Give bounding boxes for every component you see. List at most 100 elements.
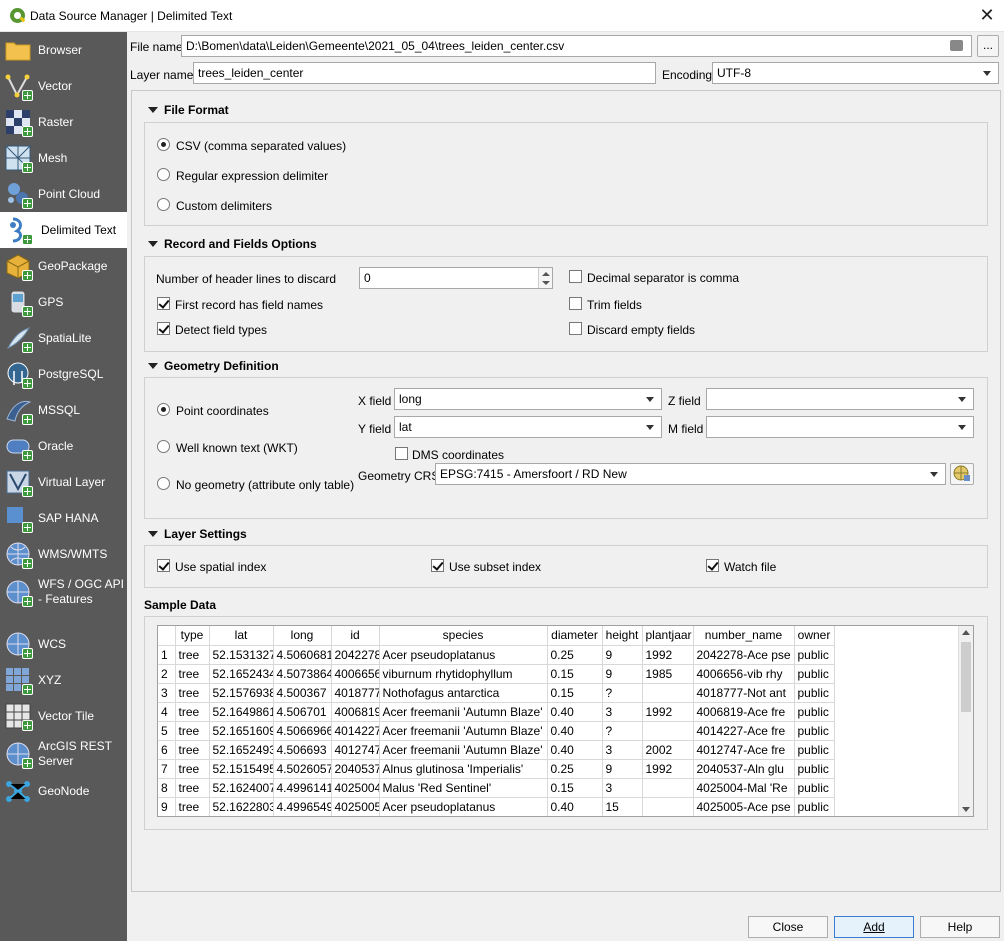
column-header-type[interactable]: type [175,626,210,646]
column-header-owner[interactable]: owner [794,626,835,646]
scroll-down-icon[interactable] [962,807,970,812]
row-number[interactable]: 7 [158,759,176,779]
sidebar-item-raster[interactable]: Raster [0,104,127,140]
radio-custom[interactable] [157,198,170,211]
radio-regex[interactable] [157,168,170,181]
decimal-comma-checkbox[interactable] [569,270,582,283]
table-row[interactable]: 6 tree 52.1652493 4.506693 4012747 Acer freem… [158,740,835,760]
crs-select[interactable]: EPSG:7415 - Amersfoort / RD New [435,463,946,485]
sidebar-item-geopackage[interactable]: GeoPackage [0,248,127,284]
add-button[interactable]: Add [834,916,914,938]
sidebar-item-gps[interactable]: GPS [0,284,127,320]
sidebar-item-vector-tile[interactable]: Vector Tile [0,698,127,734]
crs-selector-button[interactable] [950,463,974,485]
sidebar-item-xyz[interactable]: XYZ [0,662,127,698]
x-field-select[interactable]: long [394,388,662,410]
column-header-long[interactable]: long [273,626,332,646]
table-row[interactable]: 5 tree 52.1651609 4.5066966 4014227 Acer free… [158,721,835,741]
column-header-lat[interactable]: lat [209,626,274,646]
z-field-select[interactable] [706,388,974,410]
row-number[interactable]: 2 [158,664,176,684]
table-cell: 1985 [642,664,694,684]
sidebar-item-spatialite[interactable]: SpatiaLite [0,320,127,356]
radio-custom-label: Custom delimiters [176,199,273,213]
row-number[interactable]: 3 [158,683,176,703]
column-header-id[interactable]: id [331,626,380,646]
scroll-up-icon[interactable] [962,630,970,635]
spinner-arrows[interactable] [538,268,552,288]
row-number[interactable]: 5 [158,721,176,741]
table-row[interactable]: 3 tree 52.1576938 4.500367 4018777 Nothofagus… [158,683,835,703]
sidebar-item-virtual-layer[interactable]: Virtual Layer [0,464,127,500]
spin-down-icon[interactable] [542,281,550,285]
arcgis-icon [5,741,33,769]
scroll-thumb[interactable] [961,642,971,712]
row-number[interactable]: 8 [158,778,176,798]
sidebar-item-wcs[interactable]: WCS [0,626,127,662]
file-format-header[interactable]: File Format [148,103,229,117]
watch-file-checkbox[interactable] [706,559,719,572]
radio-wkt[interactable] [157,440,170,453]
sidebar-item-browser[interactable]: Browser [0,32,127,68]
table-row[interactable]: 7 tree 52.1515495 4.5026057 2040537 Alnus glu… [158,759,835,779]
table-row[interactable]: 9 tree 52.1622803 4.4996549 4025005 Acer pseu… [158,797,835,816]
sidebar-item-wfs-ogc-api[interactable]: WFS / OGC API - Features [0,572,127,612]
table-row[interactable]: 4 tree 52.1649861 4.506701 4006819 Acer freem… [158,702,835,722]
radio-point-coordinates[interactable] [157,403,170,416]
sidebar-item-arcgis-rest[interactable]: ArcGIS REST Server [0,734,127,774]
subset-index-checkbox[interactable] [431,559,444,572]
sidebar-item-geonode[interactable]: GeoNode [0,773,127,809]
sidebar-splitter[interactable] [127,470,130,500]
row-number[interactable]: 9 [158,797,176,816]
dms-checkbox[interactable] [395,447,408,460]
m-field-select[interactable] [706,416,974,438]
file-name-field[interactable]: D:\Bomen\data\Leiden\Gemeente\2021_05_04… [181,35,972,57]
close-button[interactable]: Close [748,916,828,938]
sidebar-item-oracle[interactable]: Oracle [0,428,127,464]
layer-settings-header[interactable]: Layer Settings [148,527,247,541]
header-lines-spinbox[interactable]: 0 [359,267,553,289]
chevron-down-icon [646,397,654,402]
spin-up-icon[interactable] [542,272,550,276]
detect-types-checkbox[interactable] [157,322,170,335]
discard-empty-checkbox[interactable] [569,322,582,335]
column-header-diameter[interactable]: diameter [547,626,603,646]
sidebar-item-mesh[interactable]: Mesh [0,140,127,176]
column-header-number-name[interactable]: number_name [693,626,795,646]
y-field-select[interactable]: lat [394,416,662,438]
browse-file-button[interactable]: ... [977,35,999,57]
table-vertical-scrollbar[interactable] [958,626,973,816]
column-header-height[interactable]: height [602,626,643,646]
sidebar-item-postgresql[interactable]: PostgreSQL [0,356,127,392]
sidebar-item-point-cloud[interactable]: Point Cloud [0,176,127,212]
help-button[interactable]: Help [920,916,1000,938]
sidebar-item-mssql[interactable]: MSSQL [0,392,127,428]
sidebar-item-wms-wmts[interactable]: WMS/WMTS [0,536,127,572]
sidebar-item-delimited-text[interactable]: Delimited Text [0,212,127,248]
table-row[interactable]: 8 tree 52.1624007 4.4996141 4025004 Malus 'Re… [158,778,835,798]
row-number[interactable]: 6 [158,740,176,760]
sample-data-table[interactable]: type lat long id species diameter height plantj… [157,625,974,817]
table-cell: tree [175,797,210,816]
table-row[interactable]: 1 tree 52.1531327 4.5060681 2042278 Acer pseu… [158,645,835,665]
column-header-species[interactable]: species [379,626,548,646]
geometry-header[interactable]: Geometry Definition [148,359,279,373]
table-row[interactable]: 2 tree 52.1652434 4.5073864 4006656 viburnum … [158,664,835,684]
trim-fields-checkbox[interactable] [569,297,582,310]
spatial-index-checkbox[interactable] [157,559,170,572]
sidebar-item-vector[interactable]: Vector [0,68,127,104]
close-window-button[interactable]: ✕ [975,4,999,28]
radio-no-geometry-label: No geometry (attribute only table) [176,478,355,492]
row-number[interactable]: 4 [158,702,176,722]
first-record-checkbox[interactable] [157,297,170,310]
sidebar-item-sap-hana[interactable]: SAP HANA [0,500,127,536]
layer-name-field[interactable]: trees_leiden_center [193,62,656,84]
collapse-icon [148,241,158,247]
row-number[interactable]: 1 [158,645,176,665]
clear-icon[interactable] [950,40,963,51]
encoding-select[interactable]: UTF-8 [712,62,999,84]
record-options-header[interactable]: Record and Fields Options [148,237,317,251]
column-header-plantjaar[interactable]: plantjaar [642,626,694,646]
radio-no-geometry[interactable] [157,477,170,490]
radio-csv[interactable] [157,138,170,151]
